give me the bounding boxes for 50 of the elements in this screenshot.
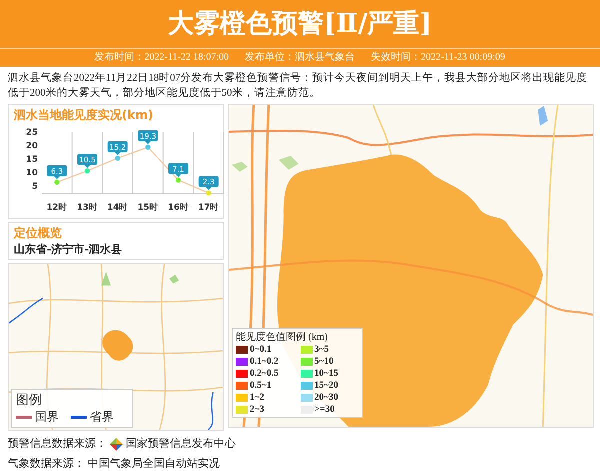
legend-label: 0~0.1 [250, 344, 272, 356]
legend-label: 10~15 [314, 368, 338, 380]
y-tick-label: 15 [26, 154, 38, 165]
data-point [206, 190, 212, 196]
card-title: 泗水当地能见度实况(km) [14, 107, 154, 124]
data-point [54, 180, 60, 185]
legend-label: 2~3 [250, 404, 264, 416]
meta-text: 发布时间：2022-11-22 18:07:00 [94, 50, 229, 65]
source-label: 预警信息数据来源： [8, 436, 107, 452]
card-title: 定位概览 [14, 225, 63, 242]
data-point [176, 178, 182, 183]
legend-label: 20~30 [314, 392, 338, 404]
legend-label: 5~10 [314, 356, 334, 368]
y-tick-label: 5 [32, 182, 38, 192]
warning-title: 大雾橙色预警[Ⅱ/严重] [0, 0, 600, 49]
source-label: 气象数据来源： [8, 456, 85, 471]
legend-label: 国界 [35, 409, 59, 426]
legend-label: 0.2~0.5 [250, 368, 279, 380]
x-tick-label: 12时 [46, 203, 68, 213]
x-tick-label: 13时 [77, 203, 98, 213]
legend-title: 能见度色值图例 (km) [236, 330, 329, 344]
source-value: 中国气象局全国自动站实况 [88, 456, 220, 471]
legend-label: 15~20 [314, 380, 338, 392]
y-tick-label: 20 [26, 141, 38, 152]
y-tick-label: 10 [26, 168, 38, 178]
grid-line [72, 132, 73, 194]
grid-line [162, 132, 164, 194]
source-value: 国家预警信息发布中心 [126, 436, 236, 452]
x-tick-label: 17时 [198, 203, 220, 213]
legend-label: 0.1~0.2 [250, 356, 279, 368]
grid-line [102, 132, 104, 194]
legend-label: 0.5~1 [250, 380, 272, 392]
legend-label: 1~2 [250, 392, 264, 404]
data-point [84, 168, 90, 174]
x-tick-label: 14时 [107, 203, 128, 213]
legend-title: 图例 [16, 392, 43, 409]
grid-line [132, 132, 134, 194]
meta-text: 失效时间：2022-11-23 00:09:09 [371, 50, 506, 65]
location-text: 山东省-济宁市-泗水县 [14, 242, 124, 257]
x-tick-label: 16时 [168, 203, 189, 213]
grid-line [193, 132, 194, 194]
y-tick-label: 25 [26, 128, 38, 138]
x-tick-label: 15时 [138, 203, 159, 213]
data-point [115, 156, 120, 162]
warning-description: 泗水县气象台2022年11月22日18时07分发布大雾橙色预警信号：预计今天夜间到明天上午，我县大部分地区将出现能见度低于200米的大雾天气，部分地区能见度低于50米，请注意防范。 [8, 71, 589, 101]
meta-text: 发布单位：泗水县气象台 [245, 50, 355, 65]
legend-label: 省界 [90, 409, 114, 426]
legend-label: >=30 [314, 404, 335, 416]
legend-label: 3~5 [314, 344, 329, 356]
data-point [146, 144, 151, 150]
